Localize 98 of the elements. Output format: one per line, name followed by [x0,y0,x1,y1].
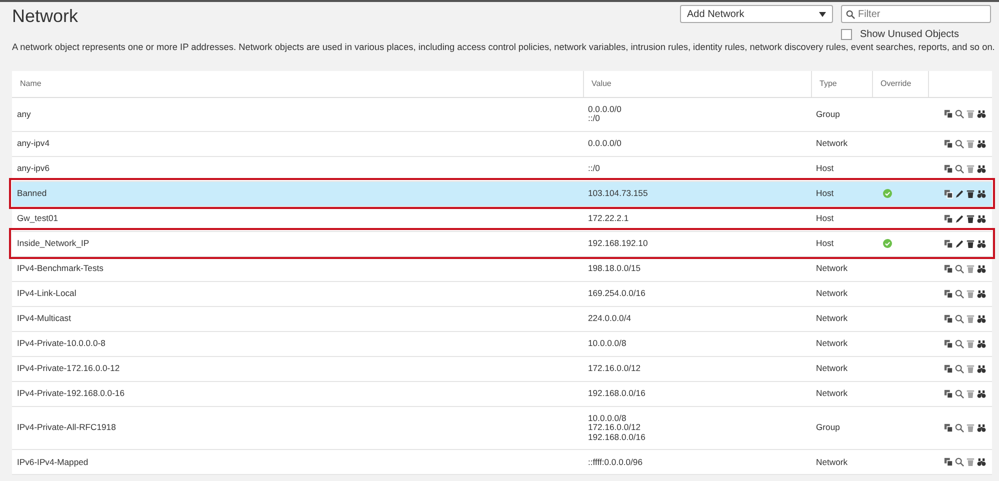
page-title: Network [11,5,78,28]
search-icon[interactable] [955,138,964,149]
value-cell: 192.168.0.0/16 [588,388,646,398]
copy-icon[interactable] [944,288,953,299]
type-cell: Network [816,388,848,398]
binoculars-icon[interactable] [977,364,986,374]
column-header: Value [592,78,612,88]
trash-icon[interactable] [966,238,975,249]
type-cell: Host [816,163,834,174]
binoculars-icon[interactable] [977,338,986,349]
name-cell: IPv4-Link-Local [17,288,76,298]
value-cell: 103.104.73.155 [588,188,648,198]
search-icon [846,10,855,19]
name-cell: any-ipv6 [17,163,50,174]
copy-icon[interactable] [944,423,953,434]
search-icon[interactable] [955,388,964,399]
type-cell: Network [816,338,848,348]
add-network-dropdown[interactable]: Add Network [680,5,833,23]
name-cell: IPv4-Private-172.16.0.0-12 [17,363,120,374]
type-cell: Host [816,213,834,224]
type-cell: Network [816,288,848,298]
show-unused-label: Show Unused Objects [860,28,959,42]
name-cell: IPv4-Benchmark-Tests [17,263,104,274]
trash-icon[interactable] [966,214,975,224]
copy-icon[interactable] [944,214,953,224]
copy-icon[interactable] [944,138,953,149]
value-cell: 169.254.0.0/16 [588,288,646,298]
copy-icon[interactable] [944,238,953,249]
copy-icon[interactable] [944,364,953,374]
value-cell: 172.22.2.1 [588,213,629,224]
value-cell: 0.0.0.0/0 ::/0 [588,104,622,124]
pencil-icon[interactable] [955,214,964,224]
type-cell: Host [816,188,834,198]
value-cell: ::ffff:0.0.0.0/96 [588,456,642,467]
value-cell: 0.0.0.0/0 [588,138,622,148]
name-cell: Banned [17,188,47,198]
value-cell: 198.18.0.0/15 [588,263,641,274]
copy-icon[interactable] [944,338,953,349]
name-cell: IPv4-Private-All-RFC1918 [17,422,116,432]
show-unused-checkbox[interactable] [841,29,852,40]
name-cell: any [17,108,31,119]
type-cell: Network [816,363,848,374]
search-icon[interactable] [955,314,964,324]
search-icon[interactable] [955,264,964,274]
binoculars-icon[interactable] [977,138,986,149]
pencil-icon[interactable] [955,188,964,199]
binoculars-icon[interactable] [977,164,986,174]
copy-icon[interactable] [944,388,953,399]
value-cell: 224.0.0.0/4 [588,313,632,324]
binoculars-icon[interactable] [977,109,986,120]
trash-icon[interactable] [966,188,975,199]
name-cell: Gw_test01 [17,213,58,224]
type-cell: Network [816,263,848,274]
binoculars-icon[interactable] [977,214,986,224]
search-icon[interactable] [955,164,964,174]
copy-icon[interactable] [944,164,953,174]
search-icon[interactable] [955,457,964,468]
value-cell: 192.168.192.10 [588,238,648,248]
type-cell: Group [816,422,840,432]
value-cell: ::/0 [588,163,600,174]
name-cell: IPv6-IPv4-Mapped [17,456,88,467]
name-cell: IPv4-Private-10.0.0.0-8 [17,338,106,348]
column-header: Type [820,78,837,88]
binoculars-icon[interactable] [977,388,986,399]
name-cell: any-ipv4 [17,138,50,148]
name-cell: IPv4-Private-192.168.0.0-16 [17,388,124,398]
binoculars-icon[interactable] [977,457,986,468]
search-icon[interactable] [955,364,964,374]
binoculars-icon[interactable] [977,238,986,249]
filter-field[interactable]: Filter [841,5,991,23]
binoculars-icon[interactable] [977,423,986,434]
search-icon[interactable] [955,109,964,120]
value-cell: 172.16.0.0/12 [588,363,641,374]
binoculars-icon[interactable] [977,264,986,274]
value-cell: 10.0.0.0/8 172.16.0.0/12 192.168.0.0/16 [588,412,646,442]
binoculars-icon[interactable] [977,188,986,199]
copy-icon[interactable] [944,314,953,324]
type-cell: Network [816,313,848,324]
column-header: Override [880,78,912,88]
binoculars-icon[interactable] [977,314,986,324]
column-header: Name [20,78,42,88]
search-icon[interactable] [955,288,964,299]
name-cell: Inside_Network_IP [17,238,90,248]
search-icon[interactable] [955,423,964,434]
copy-icon[interactable] [944,109,953,120]
type-cell: Group [816,108,840,119]
type-cell: Network [816,456,848,467]
type-cell: Host [816,238,834,248]
name-cell: IPv4-Multicast [17,313,71,324]
type-cell: Network [816,138,848,148]
search-icon[interactable] [955,338,964,349]
copy-icon[interactable] [944,264,953,274]
binoculars-icon[interactable] [977,288,986,299]
copy-icon[interactable] [944,457,953,468]
copy-icon[interactable] [944,188,953,199]
pencil-icon[interactable] [955,238,964,249]
value-cell: 10.0.0.0/8 [588,338,626,348]
caret-icon [819,12,826,16]
